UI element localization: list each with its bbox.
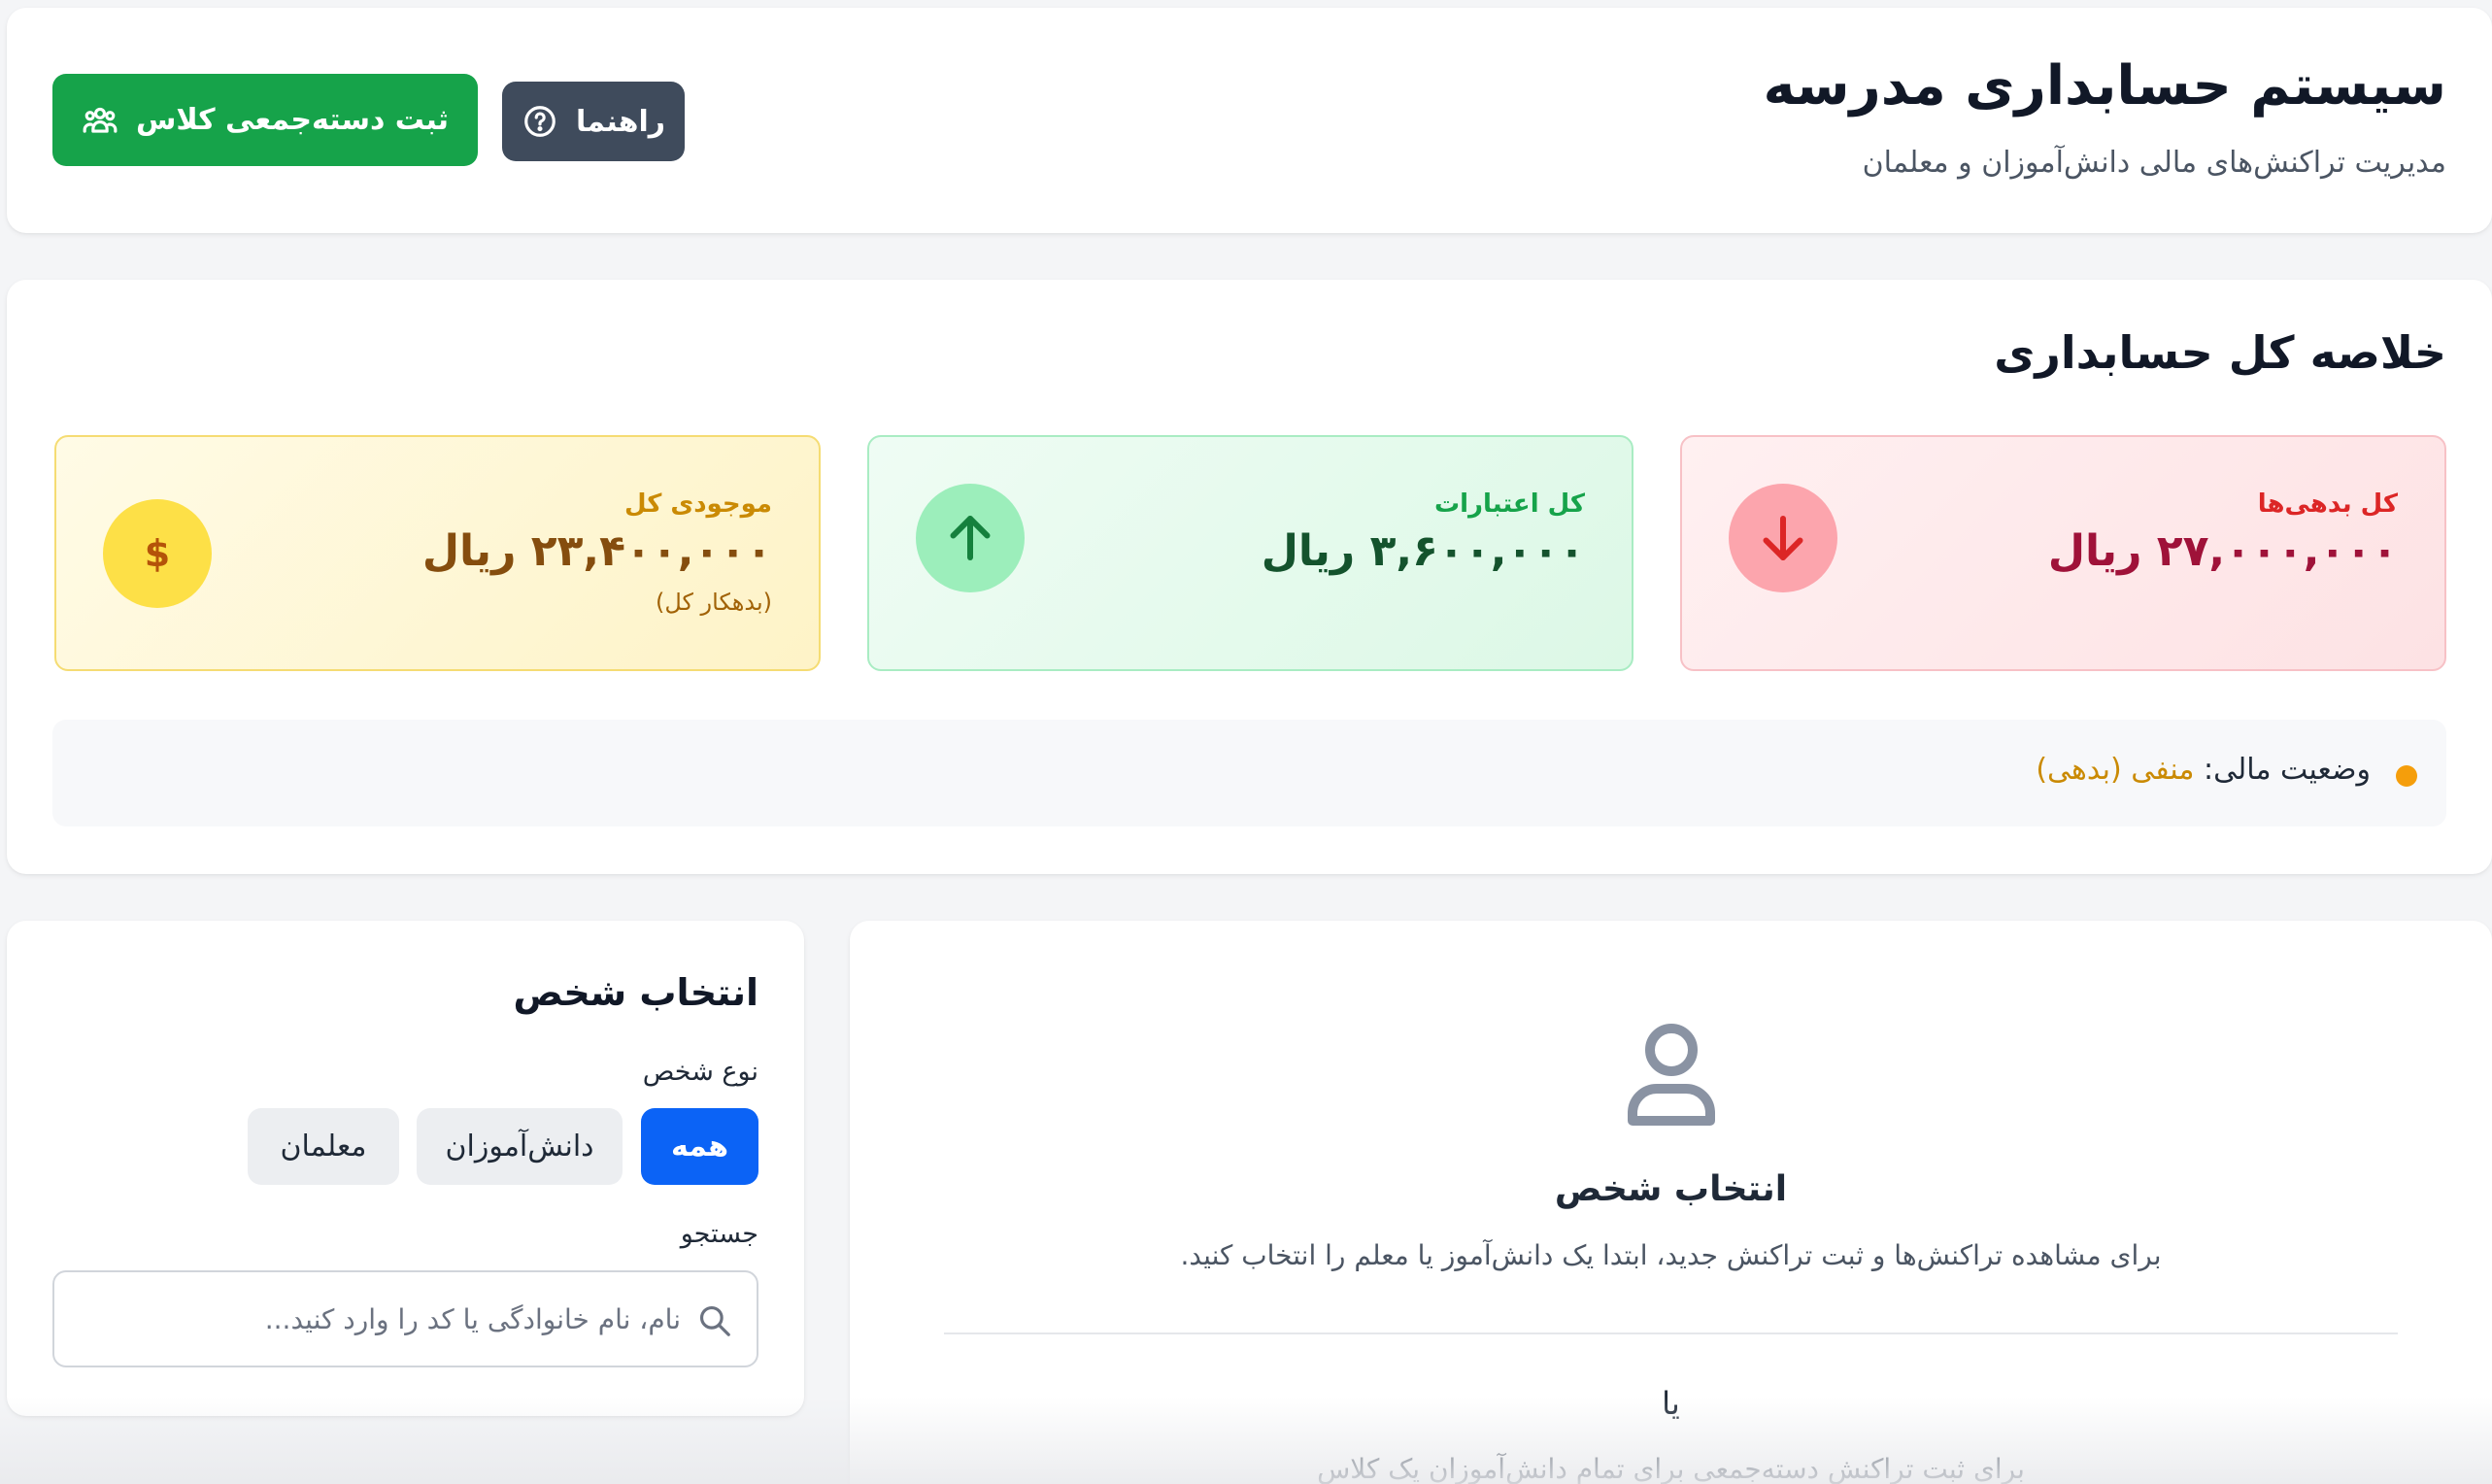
total-debts-value: ۲۷,۰۰۰,۰۰۰ ریال [2047,526,2398,576]
total-credits-label: کل اعتبارات [1433,489,1585,519]
help-button-label: راهنما [576,104,665,139]
bulk-description: برای ثبت تراکنش دسته‌جمعی برای تمام دانش… [1317,1453,2025,1484]
search-icon [699,1305,730,1336]
filter-students-button[interactable]: دانش‌آموزان [417,1108,623,1185]
accounting-summary: خلاصه کل حسابداری کل بدهی‌ها ۲۷,۰۰۰,۰۰۰ … [7,280,2492,874]
arrow-down-icon [1729,484,1837,592]
total-balance-label: موجودی کل [624,489,772,519]
financial-status-bar: وضعیت مالی: منفی (بدهی) [52,720,2446,826]
page-subtitle: مدیریت تراکنش‌های مالی دانش‌آموزان و معل… [1862,146,2446,180]
filter-teachers-button[interactable]: معلمان [248,1108,399,1185]
total-debts-card: کل بدهی‌ها ۲۷,۰۰۰,۰۰۰ ریال [1680,435,2446,671]
total-balance-note: (بدهکار کل) [655,589,772,616]
arrow-up-icon [916,484,1025,592]
financial-status-label: وضعیت مالی: [2204,753,2371,787]
financial-status-value: منفی (بدهی) [2036,753,2195,787]
total-balance-value: ۲۳,۴۰۰,۰۰۰ ریال [421,526,772,576]
person-panel-title: انتخاب شخص [513,971,758,1014]
page-title: سیستم حسابداری مدرسه [1763,54,2446,118]
bulk-register-label: ثبت دسته‌جمعی کلاس [135,103,450,137]
help-button[interactable]: راهنما [502,82,685,161]
question-circle-icon [524,106,556,137]
financial-status: وضعیت مالی: منفی (بدهی) [2036,753,2371,787]
empty-state-description: برای مشاهده تراکنش‌ها و ثبت تراکنش جدید،… [1180,1239,2162,1271]
total-credits-card: کل اعتبارات ۳,۶۰۰,۰۰۰ ریال [867,435,1633,671]
empty-state-panel: انتخاب شخص برای مشاهده تراکنش‌ها و ثبت ت… [850,921,2492,1484]
person-selection-panel: انتخاب شخص نوع شخص همه دانش‌آموزان معلما… [7,921,804,1416]
users-group-icon [83,107,118,133]
search-label: جستجو [680,1219,758,1249]
status-dot-icon [2396,765,2417,787]
bulk-register-button[interactable]: ثبت دسته‌جمعی کلاس [52,74,478,166]
person-type-label: نوع شخص [642,1057,758,1087]
search-input[interactable] [79,1272,681,1366]
divider [944,1332,2398,1334]
summary-title: خلاصه کل حسابداری [1994,326,2446,379]
filter-all-button[interactable]: همه [641,1108,758,1185]
total-balance-card: موجودی کل ۲۳,۴۰۰,۰۰۰ ریال (بدهکار کل) $ [54,435,821,671]
dollar-icon: $ [103,499,212,608]
or-separator: یا [1662,1385,1680,1422]
search-field[interactable] [52,1270,758,1367]
app-header: سیستم حسابداری مدرسه مدیریت تراکنش‌های م… [7,8,2492,233]
user-icon [1628,1024,1715,1126]
empty-state-title: انتخاب شخص [1554,1169,1788,1209]
total-debts-label: کل بدهی‌ها [2257,489,2398,519]
total-credits-value: ۳,۶۰۰,۰۰۰ ریال [1261,526,1585,576]
